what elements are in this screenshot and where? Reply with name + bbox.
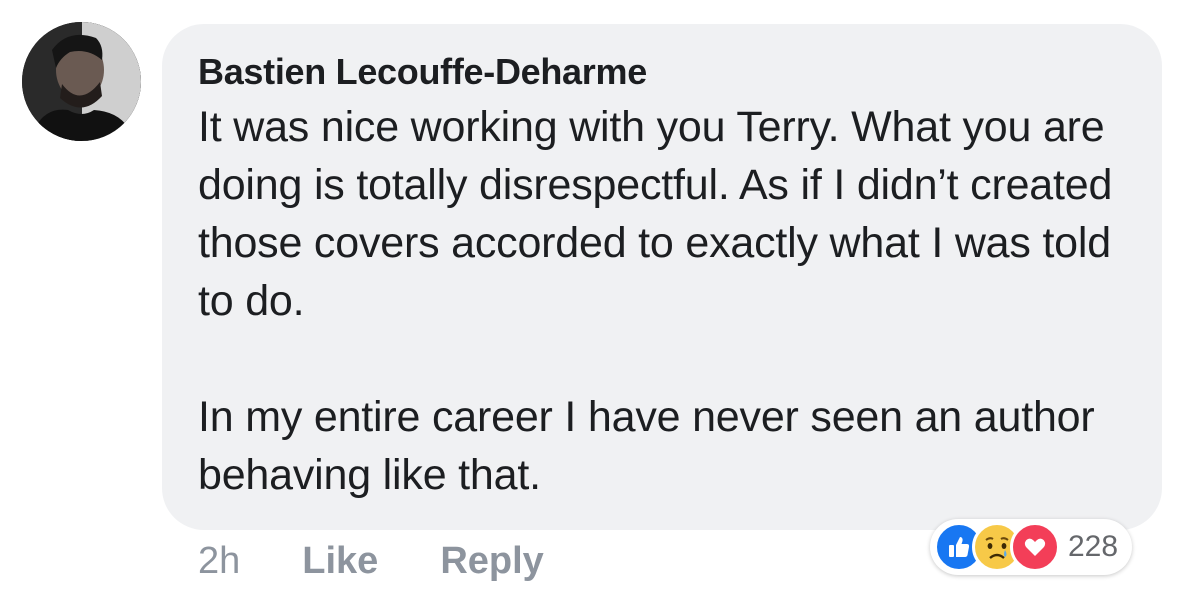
reply-button[interactable]: Reply (440, 540, 543, 583)
reaction-summary[interactable]: 228 (930, 519, 1133, 575)
avatar-photo (22, 22, 141, 141)
comment-bubble: Bastien Lecouffe-Deharme It was nice wor… (162, 24, 1162, 530)
reaction-count: 228 (1068, 530, 1119, 563)
comment-text: It was nice working with you Terry. What… (198, 98, 1126, 504)
comment-paragraph: In my entire career I have never seen an… (198, 393, 1095, 499)
comment-meta: 2h Like Reply (198, 540, 544, 583)
like-button[interactable]: Like (302, 540, 378, 583)
avatar[interactable] (22, 22, 141, 141)
comment: Bastien Lecouffe-Deharme It was nice wor… (0, 0, 1200, 605)
timestamp[interactable]: 2h (198, 540, 240, 583)
author-name[interactable]: Bastien Lecouffe-Deharme (198, 50, 1126, 94)
comment-paragraph: It was nice working with you Terry. What… (198, 103, 1113, 325)
love-icon (1010, 522, 1060, 572)
